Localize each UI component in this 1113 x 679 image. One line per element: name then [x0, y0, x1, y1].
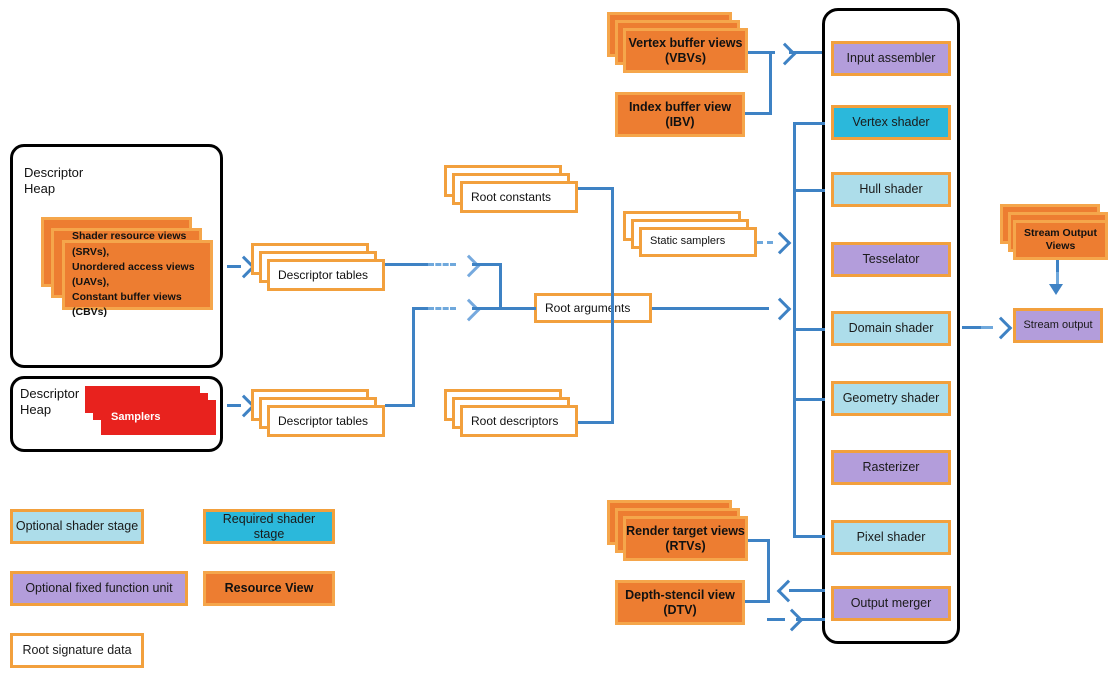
descriptor-heap-resources-label: Descriptor Heap — [24, 165, 84, 197]
depth-stencil-view: Depth-stencil view (DTV) — [615, 580, 745, 625]
pipeline-stage-rasterizer[interactable]: Rasterizer — [831, 450, 951, 485]
line-rtv-dtv-bus — [767, 539, 770, 602]
line-heap-to-tables-top — [227, 265, 241, 268]
line-dtv-out — [745, 600, 770, 603]
line-root-descriptors-out — [578, 421, 614, 424]
pipeline-stage-tesselator[interactable]: Tesselator — [831, 242, 951, 277]
descriptor-heap-samplers-label: Descriptor Heap — [20, 386, 80, 418]
line-root-constants-down — [611, 187, 614, 307]
arrow-to-input-assembler — [773, 42, 797, 66]
stream-output-stage[interactable]: Stream output — [1013, 308, 1103, 343]
bus-stub-geometry-shader — [793, 398, 825, 401]
static-samplers: Static samplers — [639, 227, 757, 257]
line-tables-bottom-to-root — [472, 307, 536, 310]
line-vbv-ibv-bus — [769, 51, 772, 114]
pipeline-stage-input-assembler[interactable]: Input assembler — [831, 41, 951, 76]
legend-root-signature-data: Root signature data — [10, 633, 144, 668]
legend-optional-fixed-function-unit: Optional fixed function unit — [10, 571, 188, 606]
bus-vertical-main — [793, 122, 796, 422]
samplers-card: Samplers — [101, 400, 216, 435]
arrow-sov-to-stream-output — [1049, 284, 1063, 295]
line-tables-top-join — [472, 263, 502, 266]
descriptor-tables-top: Descriptor tables — [267, 259, 385, 291]
bus-stub-hull-shader — [793, 189, 825, 192]
bus-stub-vertex-shader — [793, 122, 825, 125]
line-tables-bottom-dash — [428, 307, 456, 310]
line-root-constants-out — [578, 187, 614, 190]
arrow-to-stream-output — [989, 316, 1013, 340]
pipeline-stage-pixel-shader[interactable]: Pixel shader — [831, 520, 951, 555]
root-constants: Root constants — [460, 181, 578, 213]
root-arguments: Root arguments — [534, 293, 652, 323]
index-buffer-view: Index buffer view (IBV) — [615, 92, 745, 137]
bus-stub-domain-shader — [793, 328, 825, 331]
line-sov-down-dash — [1056, 272, 1059, 284]
line-om-in-right2 — [796, 618, 825, 621]
srv-uav-cbv-card: Shader resource views (SRVs), Unordered … — [62, 230, 213, 318]
line-tables-bottom-up — [412, 307, 415, 404]
legend-required-shader-stage: Required shader stage — [203, 509, 335, 544]
stream-output-views: Stream Output Views — [1013, 220, 1108, 260]
line-join-vertical — [499, 263, 502, 310]
arrow-tables-bottom — [457, 298, 481, 322]
pipeline-stage-domain-shader[interactable]: Domain shader — [831, 311, 951, 346]
vertex-buffer-views: Vertex buffer views (VBVs) — [623, 28, 748, 73]
root-descriptors: Root descriptors — [460, 405, 578, 437]
line-tables-top-out — [385, 263, 430, 266]
pipeline-stage-geometry-shader[interactable]: Geometry shader — [831, 381, 951, 416]
arrow-static-samplers — [768, 231, 792, 255]
pipeline-stage-output-merger[interactable]: Output merger — [831, 586, 951, 621]
legend-resource-view: Resource View — [203, 571, 335, 606]
arrow-tables-top — [457, 254, 481, 278]
line-tables-top-dash — [428, 263, 456, 266]
legend-optional-shader-stage: Optional shader stage — [10, 509, 144, 544]
pipeline-stage-vertex-shader[interactable]: Vertex shader — [831, 105, 951, 140]
pipeline-stage-hull-shader[interactable]: Hull shader — [831, 172, 951, 207]
bus-stub-pixel-shader — [793, 535, 825, 538]
arrow-root-arguments-to-pipeline — [768, 297, 792, 321]
line-heap-to-tables-bottom — [227, 404, 241, 407]
render-target-views: Render target views (RTVs) — [623, 516, 748, 561]
line-root-descriptors-up — [611, 307, 614, 424]
line-ia-in — [789, 51, 825, 54]
line-om-out-left — [789, 589, 825, 592]
line-tables-bottom-out — [385, 404, 415, 407]
line-root-arguments-out — [652, 307, 769, 310]
line-ibv-out — [745, 112, 772, 115]
bus-vertical-lower — [793, 398, 796, 538]
descriptor-tables-bottom: Descriptor tables — [267, 405, 385, 437]
